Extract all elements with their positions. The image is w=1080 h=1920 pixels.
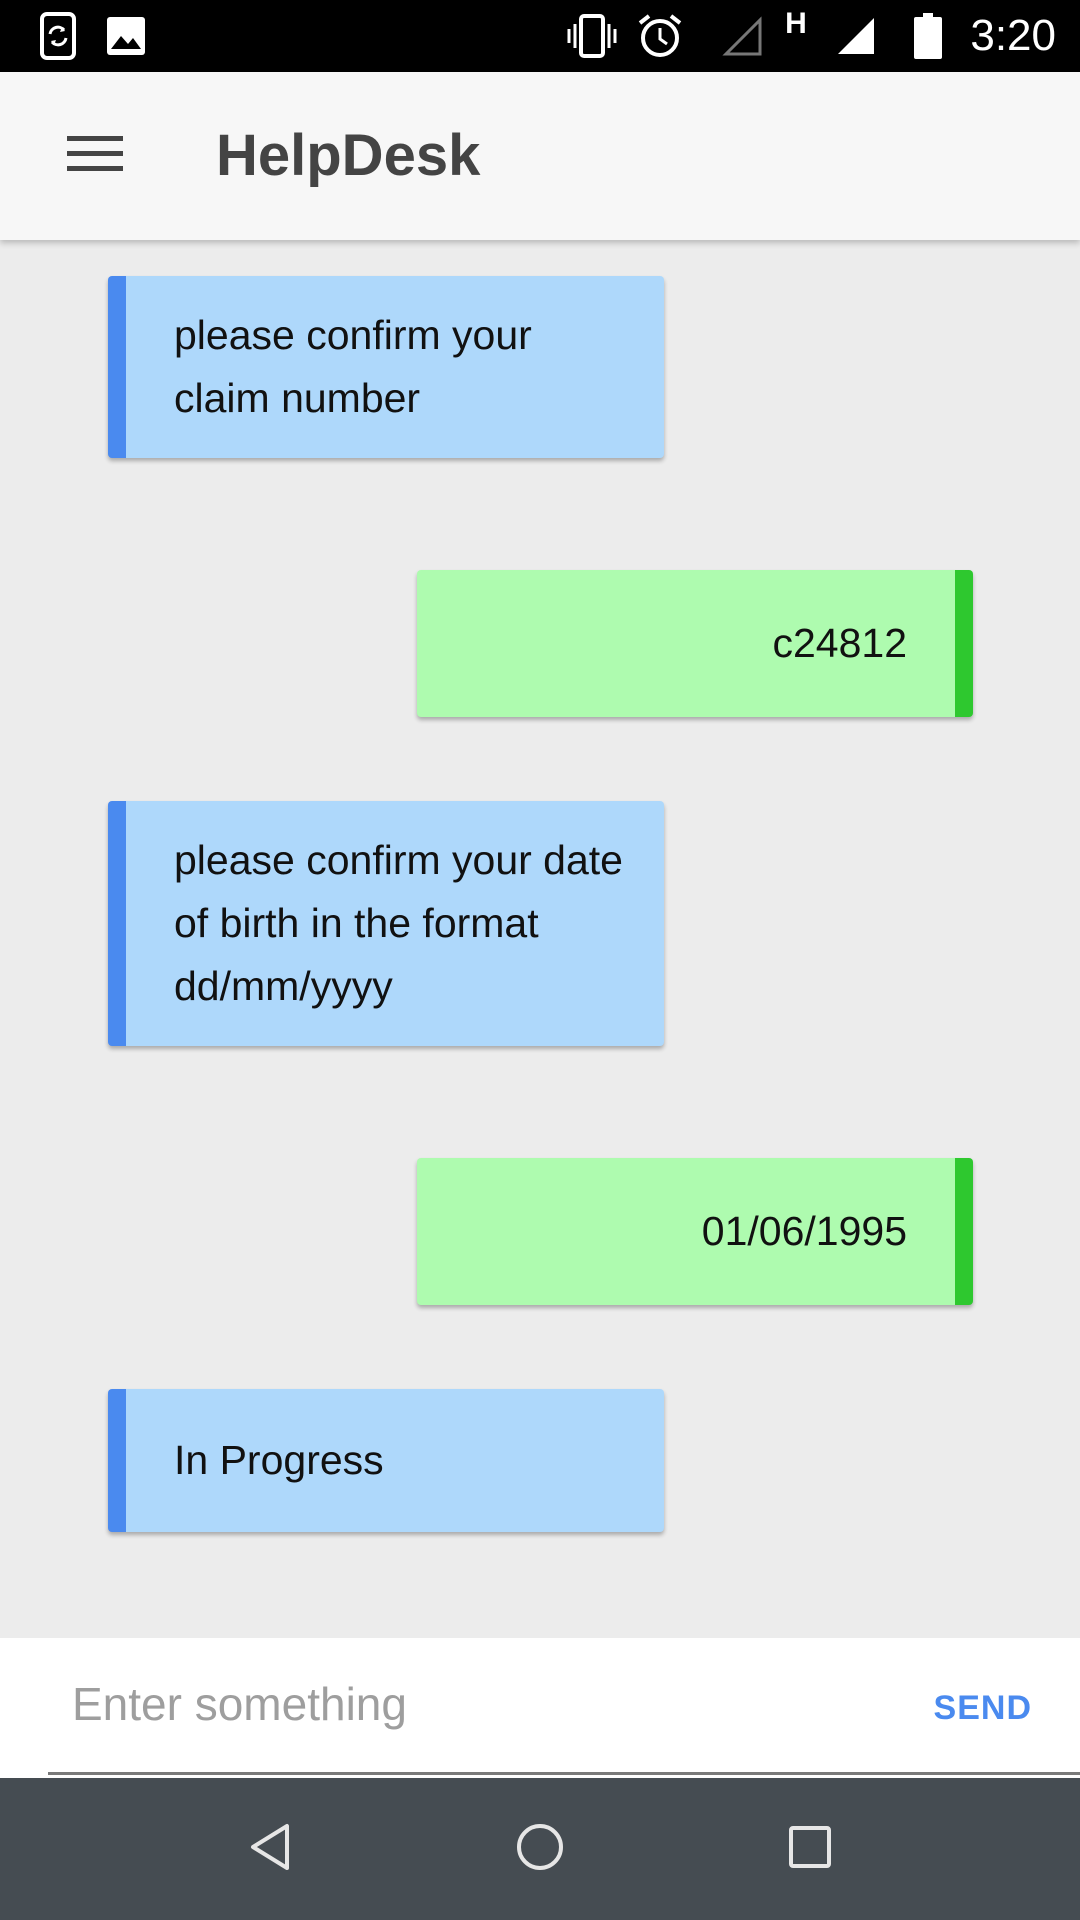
h-network-icon: H bbox=[785, 7, 807, 40]
screen-rotation-icon bbox=[36, 12, 80, 60]
message-input[interactable] bbox=[48, 1654, 848, 1754]
menu-button[interactable] bbox=[50, 116, 140, 196]
back-icon bbox=[247, 1822, 293, 1877]
bot-message: please confirm your claim number bbox=[108, 276, 664, 458]
no-signal-icon bbox=[720, 12, 764, 60]
status-time: 3:20 bbox=[970, 11, 1056, 60]
user-message: c24812 bbox=[417, 570, 973, 717]
image-icon bbox=[104, 12, 148, 60]
status-bar: H 3:20 bbox=[0, 0, 1080, 72]
message-text: c24812 bbox=[772, 620, 907, 666]
send-button[interactable]: SEND bbox=[934, 1668, 1032, 1748]
message-text: please confirm your date of birth in the… bbox=[174, 837, 623, 1009]
user-message: 01/06/1995 bbox=[417, 1158, 973, 1305]
home-button[interactable] bbox=[500, 1809, 580, 1889]
recents-icon bbox=[788, 1825, 832, 1874]
app-title: HelpDesk bbox=[216, 123, 481, 188]
vibrate-icon bbox=[564, 12, 620, 60]
composer: SEND bbox=[0, 1638, 1080, 1778]
hamburger-menu-icon bbox=[67, 134, 123, 179]
message-text: In Progress bbox=[174, 1437, 384, 1483]
recents-button[interactable] bbox=[770, 1809, 850, 1889]
bot-message: In Progress bbox=[108, 1389, 664, 1532]
home-icon bbox=[515, 1822, 565, 1877]
input-underline bbox=[48, 1772, 1080, 1775]
message-text: please confirm your claim number bbox=[174, 312, 532, 421]
app-bar: HelpDesk bbox=[0, 72, 1080, 240]
bot-message: please confirm your date of birth in the… bbox=[108, 801, 664, 1046]
message-text: 01/06/1995 bbox=[701, 1208, 907, 1254]
signal-icon bbox=[834, 12, 878, 60]
chat-list[interactable]: please confirm your claim number c24812 … bbox=[0, 240, 1080, 1638]
back-button[interactable] bbox=[230, 1809, 310, 1889]
battery-icon bbox=[910, 12, 946, 60]
navigation-bar bbox=[0, 1778, 1080, 1920]
alarm-icon bbox=[636, 12, 684, 60]
